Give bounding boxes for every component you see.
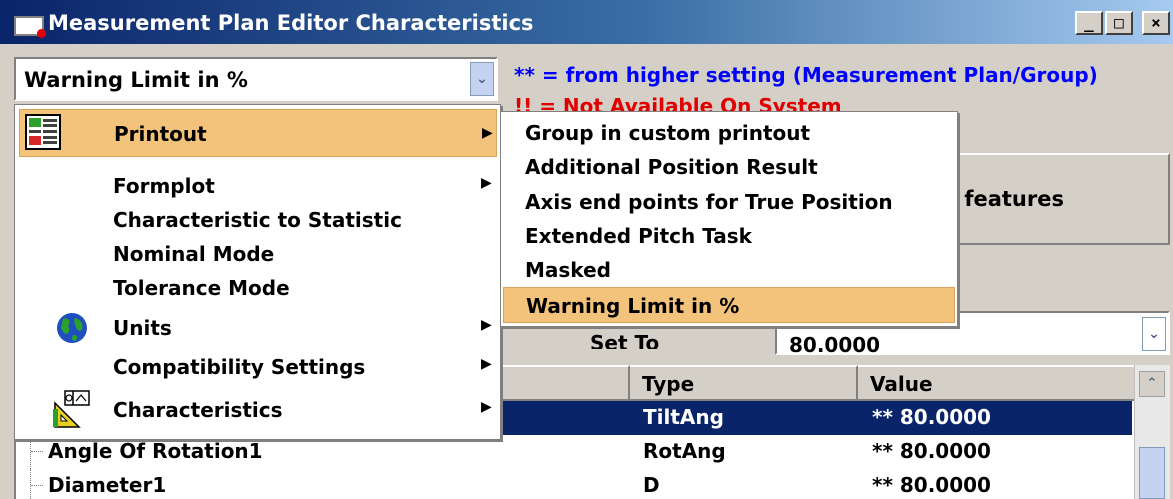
submenu-arrow-icon: ▶ (482, 125, 493, 141)
submenu-item-label: Additional Position Result (525, 155, 818, 179)
tree-connector (30, 435, 43, 469)
submenu-arrow-icon: ▶ (481, 175, 492, 191)
menu-item-label: Printout (114, 122, 207, 146)
menu-item-units[interactable]: Units ▶ (15, 311, 500, 345)
menu-item-printout[interactable]: Printout ▶ (19, 109, 497, 157)
menu-item-label: Compatibility Settings (113, 355, 366, 379)
submenu-arrow-icon: ▶ (481, 317, 492, 333)
close-button[interactable]: × (1142, 11, 1170, 35)
table-row[interactable]: Angle Of Rotation1 RotAng ** 80.0000 (16, 435, 1132, 469)
menu-item-label: Units (113, 316, 172, 340)
title-bar[interactable]: Measurement Plan Editor Characteristics … (0, 0, 1173, 44)
menu-item-characteristic-to-statistic[interactable]: Characteristic to Statistic (15, 203, 500, 237)
setting-select-value: Warning Limit in % (24, 68, 248, 92)
menu-item-label: Characteristics (113, 398, 283, 422)
characteristics-icon (53, 390, 90, 428)
column-header-value[interactable]: Value (858, 365, 1136, 401)
submenu-item-group-in-custom-printout[interactable]: Group in custom printout (501, 116, 957, 150)
app-icon (14, 16, 46, 38)
scroll-up-button[interactable]: ⌃ (1139, 371, 1165, 397)
submenu-item-warning-limit[interactable]: Warning Limit in % (503, 287, 955, 323)
row-value: ** 80.0000 (872, 439, 991, 463)
column-header-type[interactable]: Type (630, 365, 858, 401)
menu-item-formplot[interactable]: Formplot ▶ (15, 169, 500, 203)
menu-item-label: Characteristic to Statistic (113, 208, 402, 232)
printout-submenu: Group in custom printout Additional Posi… (500, 111, 958, 327)
menu-item-label: Tolerance Mode (113, 276, 290, 300)
menu-item-compatibility-settings[interactable]: Compatibility Settings ▶ (15, 350, 500, 384)
submenu-item-label: Extended Pitch Task (525, 224, 752, 248)
menu-item-label: Nominal Mode (113, 242, 275, 266)
maximize-button[interactable]: □ (1105, 11, 1133, 35)
menu-item-nominal-mode[interactable]: Nominal Mode (15, 237, 500, 271)
not-available-note: !! = Not Available On System (514, 94, 842, 112)
row-name: Angle Of Rotation1 (48, 439, 263, 463)
submenu-arrow-icon: ▶ (481, 356, 492, 372)
submenu-item-extended-pitch-task[interactable]: Extended Pitch Task (501, 219, 957, 253)
set-to-value: 80.0000 (789, 333, 881, 355)
higher-setting-note: ** = from higher setting (Measurement Pl… (514, 63, 1098, 87)
minimize-button[interactable]: _ (1075, 11, 1103, 35)
chevron-down-icon[interactable]: ⌄ (470, 62, 494, 96)
set-to-label: Set To (590, 331, 660, 349)
menu-item-tolerance-mode[interactable]: Tolerance Mode (15, 271, 500, 305)
globe-icon (57, 313, 87, 343)
submenu-item-label: Warning Limit in % (526, 294, 740, 318)
features-button-label: d features (942, 187, 1064, 211)
submenu-item-axis-end-points[interactable]: Axis end points for True Position (501, 185, 957, 219)
scroll-thumb[interactable] (1139, 447, 1165, 499)
row-type: TiltAng (643, 405, 724, 429)
menu-item-label: Formplot (113, 174, 215, 198)
submenu-item-masked[interactable]: Masked (501, 253, 957, 287)
window-title: Measurement Plan Editor Characteristics (48, 11, 534, 35)
setting-select[interactable]: Warning Limit in % ⌄ (14, 57, 498, 101)
menu-item-characteristics[interactable]: Characteristics ▶ (15, 390, 500, 428)
submenu-arrow-icon: ▶ (481, 399, 492, 415)
vertical-scrollbar[interactable]: ⌃ (1134, 365, 1170, 499)
printout-icon (25, 114, 61, 150)
row-value: ** 80.0000 (872, 473, 991, 497)
row-name: Diameter1 (48, 473, 167, 497)
submenu-item-label: Axis end points for True Position (525, 190, 893, 214)
submenu-item-additional-position-result[interactable]: Additional Position Result (501, 150, 957, 184)
tree-connector (30, 469, 43, 499)
submenu-item-label: Masked (525, 258, 611, 282)
table-row[interactable]: Diameter1 D ** 80.0000 (16, 469, 1132, 499)
row-value: ** 80.0000 (872, 405, 991, 429)
row-type: D (643, 473, 660, 497)
context-menu: Printout ▶ Formplot ▶ Characteristic to … (14, 104, 501, 440)
submenu-item-label: Group in custom printout (525, 121, 811, 145)
chevron-down-icon[interactable]: ⌄ (1142, 317, 1166, 351)
row-type: RotAng (643, 439, 726, 463)
